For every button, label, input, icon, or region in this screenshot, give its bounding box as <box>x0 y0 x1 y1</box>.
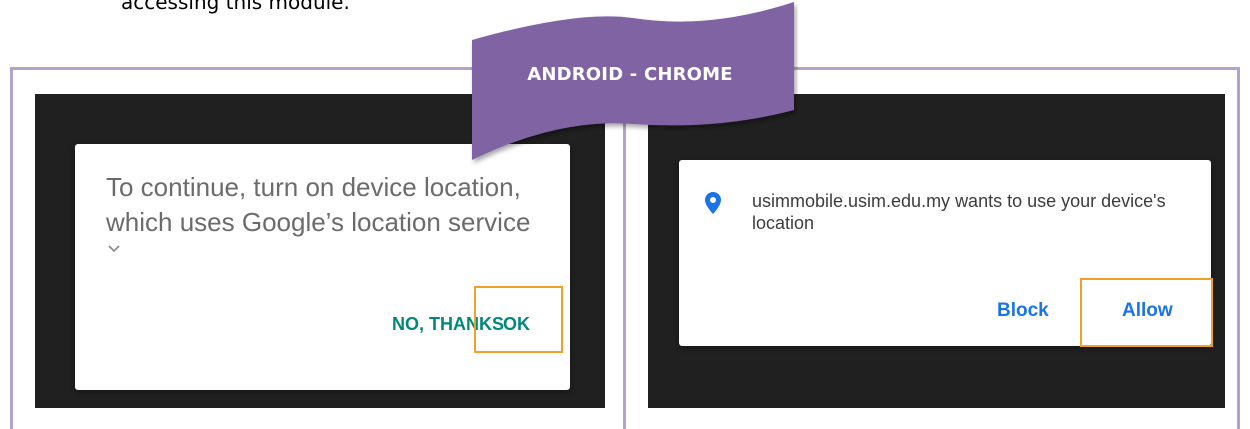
banner-ribbon <box>472 2 794 160</box>
intro-text: accessing this module. <box>121 0 350 14</box>
banner-label: ANDROID - CHROME <box>527 64 733 85</box>
frame-right <box>1237 67 1240 429</box>
chevron-down-icon[interactable] <box>108 240 120 258</box>
frame-top-left <box>10 67 480 70</box>
ok-button[interactable]: OK <box>503 314 530 335</box>
site-location-message: usimmobile.usim.edu.my wants to use your… <box>752 191 1166 233</box>
frame-left <box>10 67 13 429</box>
allow-button[interactable]: Allow <box>1122 300 1173 322</box>
block-button[interactable]: Block <box>997 300 1049 322</box>
location-pin-icon <box>705 192 721 219</box>
frame-top-right <box>790 67 1240 70</box>
